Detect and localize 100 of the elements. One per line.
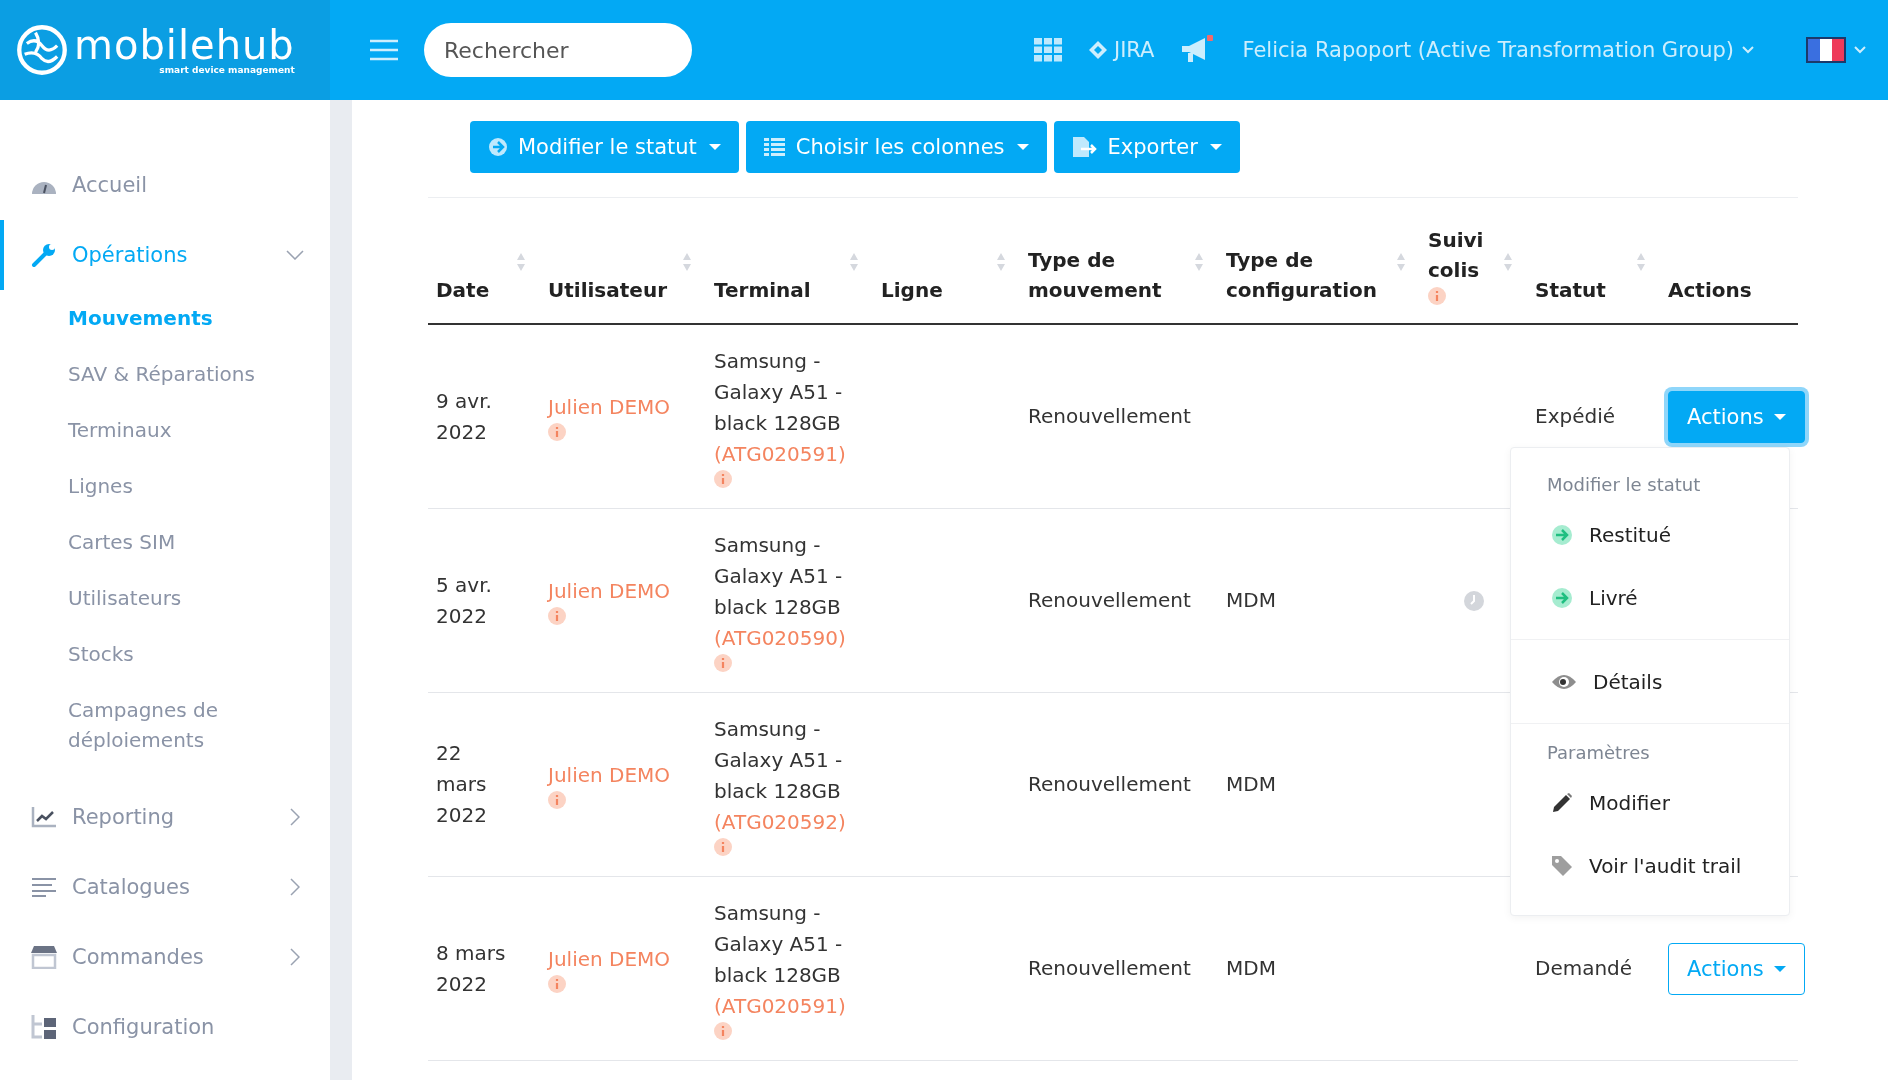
info-icon xyxy=(548,607,566,625)
menu-icon[interactable] xyxy=(370,39,398,61)
arrow-circle-icon xyxy=(1551,523,1573,546)
sidebar-subitem[interactable]: Campagnes de déploiements xyxy=(68,682,310,768)
caret-icon xyxy=(1016,144,1029,150)
sidebar-item[interactable]: Accueil xyxy=(0,150,330,220)
menu-item[interactable]: Détails xyxy=(1511,650,1789,713)
toolbar-dropdown-button[interactable]: Modifier le statut xyxy=(470,121,739,173)
info-icon xyxy=(714,653,732,672)
status-cell-text: Demandé xyxy=(1535,955,1633,982)
sort-icon[interactable] xyxy=(1503,252,1513,272)
sidebar-item[interactable]: Catalogues xyxy=(0,852,330,922)
config-type-cell-text: MDM xyxy=(1226,587,1276,614)
toolbar-dropdown-button[interactable]: Exporter xyxy=(1053,121,1240,173)
terminal-code-link[interactable]: (ATG020591) xyxy=(714,990,846,1022)
menu-item[interactable]: Restitué xyxy=(1511,503,1789,566)
text-lines-icon xyxy=(31,877,57,897)
movement-type-cell-text: Renouvellement xyxy=(1028,587,1191,614)
config-type-cell-text: MDM xyxy=(1226,955,1276,982)
terminal-name: Samsung - Galaxy A51 - black 128GB xyxy=(714,347,844,437)
search-field[interactable]: Rechercher xyxy=(424,23,692,77)
caret-icon xyxy=(1209,144,1222,150)
sidebar-subitem[interactable]: Cartes SIM xyxy=(68,514,310,570)
sort-icon[interactable] xyxy=(1194,252,1204,272)
sort-icon[interactable] xyxy=(1396,252,1406,272)
date-cell-text: 5 avr. 2022 xyxy=(436,571,493,630)
caret-icon xyxy=(1854,46,1866,54)
jira-link[interactable]: JIRA xyxy=(1087,38,1155,62)
diamond-icon xyxy=(1087,40,1108,60)
file-export-icon xyxy=(1071,136,1098,158)
sort-icon[interactable] xyxy=(996,252,1006,272)
sidebar-subitem[interactable]: Utilisateurs xyxy=(68,570,310,626)
user-menu[interactable]: Felicia Rapoport (Active Transformation Group) xyxy=(1242,38,1754,62)
wrench-icon xyxy=(31,242,57,268)
arrow-circle-icon xyxy=(488,137,508,157)
pencil-icon xyxy=(1551,791,1573,814)
user-link[interactable]: Julien DEMO xyxy=(548,944,671,975)
movement-type-cell-text: Renouvellement xyxy=(1028,771,1191,798)
terminal-code-link[interactable]: (ATG020590) xyxy=(714,622,846,654)
sort-icon[interactable] xyxy=(516,252,526,272)
sort-icon[interactable] xyxy=(1636,252,1646,272)
menu-item[interactable]: Voir l'audit trail xyxy=(1511,834,1789,897)
terminal-name: Samsung - Galaxy A51 - black 128GB xyxy=(714,715,844,805)
column-header[interactable]: Type de configuration xyxy=(1226,245,1408,305)
terminal-code-link[interactable]: (ATG020591) xyxy=(714,438,846,470)
user-link[interactable]: Julien DEMO xyxy=(548,576,671,607)
user-link[interactable]: Julien DEMO xyxy=(548,392,671,423)
column-header[interactable]: Statut xyxy=(1535,275,1606,305)
caret-icon xyxy=(1742,46,1754,54)
date-cell-text: 22 mars 2022 xyxy=(436,740,488,829)
column-header[interactable]: Suivi colis xyxy=(1428,225,1515,305)
arrow-circle-icon xyxy=(1551,586,1573,609)
date-cell-text: 8 mars 2022 xyxy=(436,939,506,998)
column-header[interactable]: Type de mouvement xyxy=(1028,245,1206,305)
sidebar-item[interactable]: Configuration xyxy=(0,992,330,1062)
language-menu[interactable] xyxy=(1806,37,1866,63)
config-type-cell-text: MDM xyxy=(1226,771,1276,798)
column-header[interactable]: Terminal xyxy=(714,275,811,305)
logo-wordmark: mobilehub xyxy=(74,25,295,65)
globe-logo-icon xyxy=(16,24,68,76)
eye-icon xyxy=(1551,672,1577,691)
menu-item[interactable]: Livré xyxy=(1511,566,1789,629)
sidebar-subitem[interactable]: Lignes xyxy=(68,458,310,514)
terminal-code-link[interactable]: (ATG020592) xyxy=(714,806,846,838)
caret-icon xyxy=(708,144,721,150)
user-link[interactable]: Julien DEMO xyxy=(548,760,671,791)
terminal-name: Samsung - Galaxy A51 - black 128GB xyxy=(714,899,844,989)
sidebar-subitem[interactable]: Mouvements xyxy=(68,290,310,346)
tag-icon xyxy=(1551,854,1573,877)
apps-grid-icon[interactable] xyxy=(1033,38,1062,62)
sidebar-subitem[interactable]: Terminaux xyxy=(68,402,310,458)
caret-icon xyxy=(1773,413,1786,420)
sidebar-item[interactable]: Reporting xyxy=(0,782,330,852)
sidebar-subitem[interactable]: Stocks xyxy=(68,626,310,682)
movement-type-cell-text: Renouvellement xyxy=(1028,955,1191,982)
info-icon xyxy=(548,791,566,809)
date-cell-text: 9 avr. 2022 xyxy=(436,387,493,446)
column-header: Actions xyxy=(1668,277,1752,304)
sort-icon[interactable] xyxy=(682,252,692,272)
column-header[interactable]: Ligne xyxy=(881,275,943,305)
info-icon xyxy=(548,975,566,993)
sidebar-subitem[interactable]: SAV & Réparations xyxy=(68,346,310,402)
logo-tagline: smart device management xyxy=(159,65,295,75)
menu-section-heading: Modifier le statut xyxy=(1546,473,1702,497)
sidebar-item[interactable]: Commandes xyxy=(0,922,330,992)
toolbar-dropdown-button[interactable]: Choisir les colonnes xyxy=(745,121,1047,173)
info-icon xyxy=(714,837,732,856)
sort-icon[interactable] xyxy=(849,252,859,272)
folder-tree-icon xyxy=(30,1014,58,1040)
info-icon xyxy=(714,1021,732,1040)
list-columns-icon xyxy=(763,137,786,157)
column-header[interactable]: Utilisateur xyxy=(548,275,667,305)
info-icon xyxy=(714,469,732,488)
caret-icon xyxy=(1773,965,1786,972)
column-header[interactable]: Date xyxy=(436,275,490,305)
line-chart-icon xyxy=(31,806,57,828)
menu-item[interactable]: Modifier xyxy=(1511,771,1789,834)
terminal-name: Samsung - Galaxy A51 - black 128GB xyxy=(714,531,844,621)
actions-dropdown-button[interactable]: Actions xyxy=(1668,942,1805,995)
storefront-icon xyxy=(30,945,58,969)
